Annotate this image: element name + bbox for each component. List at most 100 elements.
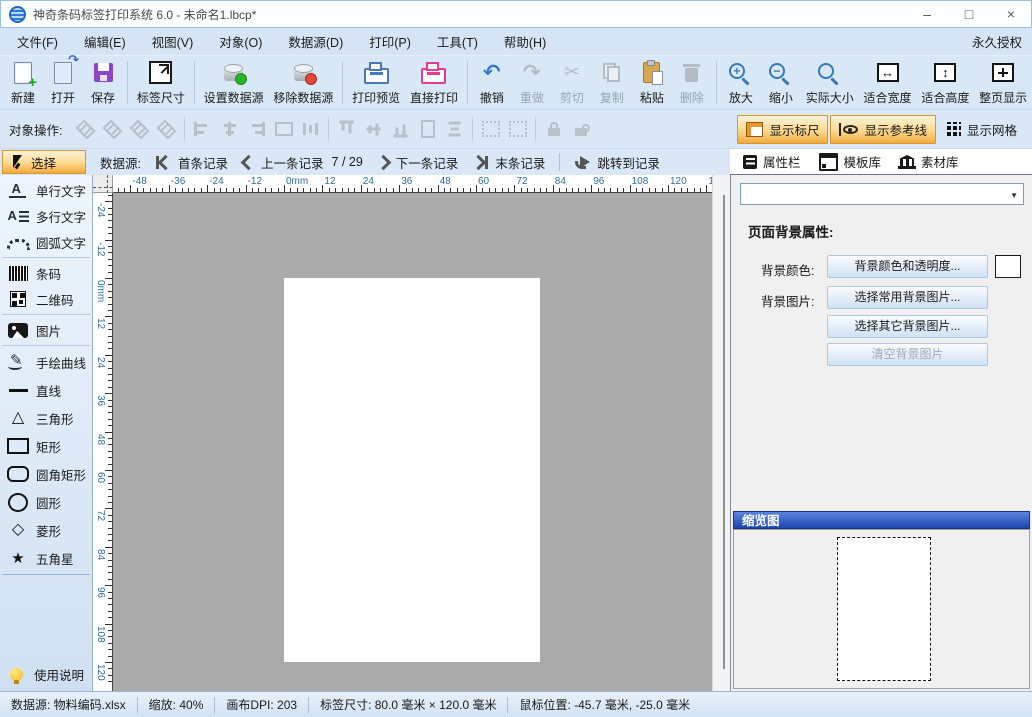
- open-button[interactable]: 打开: [43, 56, 83, 109]
- maximize-button[interactable]: □: [948, 0, 990, 28]
- distribute-horizontal-button[interactable]: [297, 116, 324, 142]
- distribute-vertical-button[interactable]: [441, 116, 468, 142]
- send-backward-button[interactable]: [153, 116, 180, 142]
- show-guides-toggle[interactable]: 显示参考线: [830, 115, 936, 144]
- paste-button[interactable]: 粘贴: [632, 56, 672, 109]
- menu-object[interactable]: 对象(O): [206, 32, 275, 51]
- tool-star[interactable]: 五角星: [2, 544, 90, 572]
- align-bottom-button[interactable]: [387, 116, 414, 142]
- scrollbar-thumb[interactable]: [723, 195, 725, 669]
- tool-barcode[interactable]: 条码: [2, 260, 90, 286]
- tab-templates[interactable]: 模板库: [810, 149, 891, 174]
- tool-line[interactable]: 直线: [2, 376, 90, 404]
- align-center-button[interactable]: [216, 116, 243, 142]
- menu-edit[interactable]: 编辑(E): [71, 32, 139, 51]
- tool-image[interactable]: 图片: [2, 317, 90, 343]
- print-preview-button[interactable]: 打印预览: [347, 56, 405, 109]
- remove-datasource-button[interactable]: 移除数据源: [269, 56, 339, 109]
- send-to-back-button[interactable]: [99, 116, 126, 142]
- tab-materials[interactable]: 素材库: [890, 149, 968, 174]
- label-size-button[interactable]: 标签尺寸: [132, 56, 190, 109]
- align-left-button[interactable]: [189, 116, 216, 142]
- fit-width-button[interactable]: 适合宽度: [859, 56, 917, 109]
- menu-print[interactable]: 打印(P): [356, 32, 424, 51]
- undo-button[interactable]: ↶ 撤销: [472, 56, 512, 109]
- redo-button[interactable]: ↷ 重做: [512, 56, 552, 109]
- set-datasource-button[interactable]: 设置数据源: [199, 56, 269, 109]
- object-selector-dropdown[interactable]: ▼: [740, 183, 1024, 205]
- menu-datasource[interactable]: 数据源(D): [275, 32, 356, 51]
- unlock-button[interactable]: [567, 116, 594, 142]
- tool-single-line-text[interactable]: 单行文字: [2, 177, 90, 203]
- menu-file[interactable]: 文件(F): [4, 32, 71, 51]
- label-page[interactable]: [284, 278, 540, 662]
- tool-circle[interactable]: 圆形: [2, 488, 90, 516]
- ungroup-button[interactable]: [504, 116, 531, 142]
- tool-freehand-curve[interactable]: 手绘曲线: [2, 348, 90, 376]
- fit-height-button[interactable]: 适合高度: [916, 56, 974, 109]
- tool-rectangle[interactable]: 矩形: [2, 432, 90, 460]
- tool-multi-line-text[interactable]: 多行文字: [2, 203, 90, 229]
- bg-image-clear-button[interactable]: 清空背景图片: [827, 343, 988, 366]
- help-button[interactable]: 使用说明: [0, 661, 92, 687]
- align-middle-button[interactable]: [360, 116, 387, 142]
- delete-button[interactable]: 删除: [672, 56, 712, 109]
- new-button[interactable]: 新建: [3, 56, 43, 109]
- properties-list-icon: [743, 155, 757, 169]
- menu-tools[interactable]: 工具(T): [424, 32, 491, 51]
- vertical-scrollbar[interactable]: [712, 175, 730, 691]
- single-line-text-icon: [9, 182, 28, 198]
- first-record-button[interactable]: 首条记录: [156, 153, 228, 172]
- group-button[interactable]: [477, 116, 504, 142]
- new-document-icon: [14, 62, 32, 84]
- align-right-button[interactable]: [243, 116, 270, 142]
- direct-print-button[interactable]: 直接打印: [405, 56, 463, 109]
- equal-width-button[interactable]: [270, 116, 297, 142]
- zoom-out-button[interactable]: 缩小: [761, 56, 801, 109]
- equal-height-button[interactable]: [414, 116, 441, 142]
- arc-text-icon: [7, 239, 30, 250]
- status-dpi: 画布DPI: 203: [215, 696, 308, 713]
- ruler-horizontal[interactable]: -48-36-24-120mm1224364860728496108120132: [113, 175, 712, 193]
- cursor-arrow-icon: [11, 155, 23, 169]
- actual-size-button[interactable]: 实际大小: [801, 56, 859, 109]
- lock-button[interactable]: [540, 116, 567, 142]
- ruler-vertical[interactable]: -24-120mm1224364860728496108120: [93, 193, 113, 691]
- zoom-in-button[interactable]: 放大: [721, 56, 761, 109]
- tool-triangle[interactable]: 三角形: [2, 404, 90, 432]
- tab-properties[interactable]: 属性栏: [734, 149, 810, 174]
- fit-width-icon: [877, 63, 899, 82]
- minimize-button[interactable]: –: [906, 0, 948, 28]
- prev-record-button[interactable]: 上一条记录: [243, 153, 324, 172]
- bring-to-front-button[interactable]: [72, 116, 99, 142]
- tool-rounded-rectangle[interactable]: 圆角矩形: [2, 460, 90, 488]
- bg-color-button[interactable]: 背景颜色和透明度...: [827, 255, 988, 278]
- bg-image-common-button[interactable]: 选择常用背景图片...: [827, 286, 988, 309]
- zoom-out-icon: [769, 63, 785, 79]
- last-record-button[interactable]: 末条记录: [473, 153, 545, 172]
- grid-icon: [947, 122, 961, 136]
- goto-record-button[interactable]: 跳转到记录: [575, 153, 660, 172]
- select-tool-button[interactable]: 选择: [2, 150, 86, 174]
- show-ruler-toggle[interactable]: 显示标尺: [737, 115, 828, 144]
- close-button[interactable]: ×: [990, 0, 1032, 28]
- align-top-button[interactable]: [333, 116, 360, 142]
- tool-arc-text[interactable]: 圆弧文字: [2, 229, 90, 255]
- tool-diamond[interactable]: 菱形: [2, 516, 90, 544]
- bg-image-other-button[interactable]: 选择其它背景图片...: [827, 315, 988, 338]
- toolbar-separator: [342, 61, 343, 104]
- design-canvas[interactable]: [113, 193, 712, 691]
- tool-qrcode[interactable]: 二维码: [2, 286, 90, 312]
- bring-forward-button[interactable]: [126, 116, 153, 142]
- menu-help[interactable]: 帮助(H): [491, 32, 559, 51]
- save-button[interactable]: 保存: [83, 56, 123, 109]
- copy-button[interactable]: 复制: [592, 56, 632, 109]
- next-record-button[interactable]: 下一条记录: [378, 153, 459, 172]
- show-grid-toggle[interactable]: 显示网格: [938, 115, 1026, 144]
- diamond-icon: [12, 522, 24, 538]
- unlock-icon: [575, 128, 587, 136]
- cut-button[interactable]: ✂ 剪切: [552, 56, 592, 109]
- full-page-button[interactable]: 整页显示: [974, 56, 1032, 109]
- last-record-icon: [473, 156, 488, 169]
- menu-view[interactable]: 视图(V): [139, 32, 207, 51]
